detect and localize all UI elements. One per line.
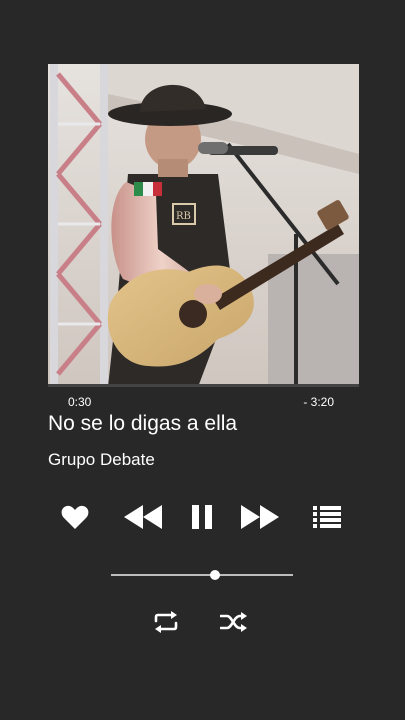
elapsed-time: 0:30 xyxy=(68,395,92,409)
queue-button[interactable] xyxy=(312,503,342,531)
playback-progress-bar[interactable] xyxy=(48,384,359,388)
artwork-image: RB xyxy=(48,64,359,387)
shuffle-button[interactable] xyxy=(218,608,250,636)
like-button[interactable] xyxy=(59,503,91,531)
rewind-icon xyxy=(124,505,162,529)
fast-forward-icon xyxy=(241,505,279,529)
pause-button[interactable] xyxy=(188,502,216,532)
volume-thumb[interactable] xyxy=(209,570,220,580)
remaining-time: - 3:20 xyxy=(303,395,334,409)
track-title: No se lo digas a ella xyxy=(48,412,238,435)
repeat-button[interactable] xyxy=(150,608,182,636)
pause-icon xyxy=(192,505,212,529)
volume-track xyxy=(111,574,293,576)
svg-text:RB: RB xyxy=(176,211,191,222)
album-artwork: RB xyxy=(48,64,359,387)
next-button[interactable] xyxy=(239,502,281,532)
repeat-icon xyxy=(154,611,178,633)
list-icon xyxy=(313,506,341,528)
heart-icon xyxy=(61,505,89,529)
progress-track xyxy=(48,384,359,387)
artist-name[interactable]: Grupo Debate xyxy=(48,450,155,470)
previous-button[interactable] xyxy=(122,502,164,532)
volume-slider[interactable] xyxy=(111,566,293,584)
shuffle-icon xyxy=(220,612,247,632)
